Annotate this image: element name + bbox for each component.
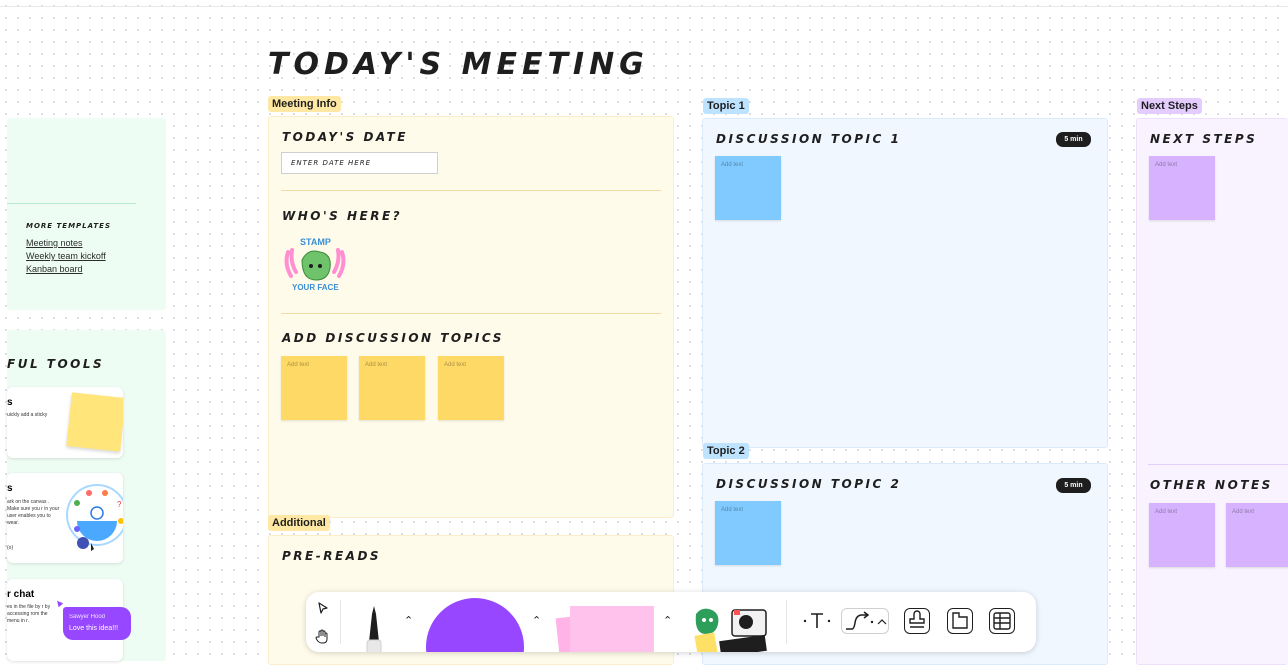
sticky-text: Add text bbox=[1155, 162, 1178, 168]
chat-user-name: Sawyer Hood bbox=[69, 614, 106, 620]
sticky-text: Add text bbox=[287, 362, 310, 368]
svg-text:?: ? bbox=[117, 500, 122, 509]
text-tool-icon[interactable] bbox=[802, 608, 831, 634]
sticky-note[interactable]: Add text bbox=[1149, 503, 1215, 567]
sticky-note[interactable]: Add text bbox=[715, 501, 781, 565]
more-templates-heading: More Templates bbox=[26, 222, 111, 230]
tool-card-title: r chat bbox=[7, 589, 35, 600]
bottom-toolbar: ⌃ ⌃ ⌃ bbox=[306, 592, 1036, 652]
date-input[interactable]: Enter date here bbox=[281, 152, 438, 174]
marker-options-chevron-icon[interactable]: ⌃ bbox=[404, 614, 413, 627]
template-link-kanban[interactable]: Kanban board bbox=[26, 264, 83, 274]
section-tag-topic-2[interactable]: Topic 2 bbox=[703, 443, 749, 459]
emote-wheel-illustration: ? bbox=[66, 484, 123, 553]
timer-badge[interactable]: 5 min bbox=[1056, 132, 1091, 147]
tool-card-footer: (o) bbox=[7, 545, 14, 551]
section-meeting-info[interactable] bbox=[268, 116, 674, 518]
next-steps-divider bbox=[1148, 464, 1288, 465]
topic-2-heading: Discussion Topic 2 bbox=[716, 477, 902, 491]
sticky-text: Add text bbox=[365, 362, 388, 368]
tool-card-title: s bbox=[7, 483, 13, 494]
meeting-divider-1 bbox=[281, 190, 661, 191]
tool-card-title: s bbox=[7, 397, 13, 408]
section-tag-additional[interactable]: Additional bbox=[268, 515, 330, 531]
toolbar-divider bbox=[786, 600, 787, 644]
canvas-top-border bbox=[0, 6, 1288, 7]
sticky-note[interactable]: Add text bbox=[359, 356, 425, 420]
shape-options-chevron-icon[interactable]: ⌃ bbox=[532, 614, 541, 627]
date-placeholder: Enter date here bbox=[291, 159, 372, 167]
tools-heading: ful tools bbox=[7, 357, 105, 371]
sticky-note[interactable]: Add text bbox=[1149, 156, 1215, 220]
template-link-meeting-notes[interactable]: Meeting notes bbox=[26, 238, 83, 248]
other-notes-heading: Other Notes bbox=[1150, 478, 1273, 492]
marker-tool-icon[interactable] bbox=[359, 602, 389, 652]
sticky-options-chevron-icon[interactable]: ⌃ bbox=[663, 614, 672, 627]
template-link-weekly-kickoff[interactable]: Weekly team kickoff bbox=[26, 251, 106, 261]
sticky-text: Add text bbox=[1232, 509, 1255, 515]
section-tag-meeting-info[interactable]: Meeting Info bbox=[268, 96, 341, 112]
pre-reads-heading: Pre-reads bbox=[282, 549, 382, 563]
timer-badge[interactable]: 5 min bbox=[1056, 478, 1091, 493]
chat-message: Love this idea!!! bbox=[69, 625, 119, 632]
add-topics-heading: Add Discussion Topics bbox=[282, 331, 504, 345]
tool-card-desc: uickly add a sticky bbox=[7, 412, 48, 418]
sticky-text: Add text bbox=[721, 507, 744, 513]
templates-panel[interactable] bbox=[7, 118, 166, 310]
toolbar-divider bbox=[340, 600, 341, 644]
connector-tool-icon[interactable] bbox=[841, 608, 889, 634]
shape-tool-icon[interactable] bbox=[426, 598, 524, 652]
sticky-text: Add text bbox=[1155, 509, 1178, 515]
meeting-divider-2 bbox=[281, 313, 661, 314]
section-tag-topic-1[interactable]: Topic 1 bbox=[703, 98, 749, 114]
stamp-text-top: STAMP bbox=[300, 237, 331, 247]
select-tool-icon[interactable] bbox=[316, 601, 330, 615]
sticky-illustration bbox=[66, 392, 123, 452]
stamp-your-face-widget[interactable]: STAMP YOUR FACE bbox=[282, 234, 348, 294]
cursor-chat-bubble: Sawyer Hood Love this idea!!! bbox=[63, 607, 131, 640]
topic-1-heading: Discussion Topic 1 bbox=[716, 132, 902, 146]
sticky-note[interactable]: Add text bbox=[1226, 503, 1288, 567]
tool-card-desc: ark on the canvas . Make sure you r in y… bbox=[7, 499, 60, 526]
stamp-tool-icon[interactable] bbox=[904, 608, 930, 634]
board-title: Today's Meeting bbox=[268, 47, 649, 82]
sticky-text: Add text bbox=[444, 362, 467, 368]
sticky-note[interactable]: Add text bbox=[281, 356, 347, 420]
sticky-tool-icon[interactable] bbox=[555, 606, 654, 652]
next-steps-heading: Next Steps bbox=[1150, 132, 1258, 146]
hand-tool-icon[interactable] bbox=[315, 628, 331, 644]
stamp-sticker-tool-icon[interactable] bbox=[690, 604, 770, 652]
table-tool-icon[interactable] bbox=[989, 608, 1015, 634]
panel-divider bbox=[7, 203, 136, 204]
todays-date-heading: Today's Date bbox=[282, 130, 408, 144]
section-tag-next-steps[interactable]: Next Steps bbox=[1137, 98, 1202, 114]
whos-here-heading: Who's here? bbox=[282, 209, 403, 223]
tool-card-stamps[interactable]: s ark on the canvas . Make sure you r in… bbox=[7, 473, 123, 563]
sticky-note[interactable]: Add text bbox=[715, 156, 781, 220]
tool-card-stickies[interactable]: s uickly add a sticky bbox=[7, 387, 123, 458]
sticky-note[interactable]: Add text bbox=[438, 356, 504, 420]
sticky-text: Add text bbox=[721, 162, 744, 168]
stamp-text-bottom: YOUR FACE bbox=[292, 283, 339, 292]
tool-card-desc: es in the file by r by accessing rom the… bbox=[7, 604, 51, 624]
section-tool-icon[interactable] bbox=[947, 608, 973, 634]
